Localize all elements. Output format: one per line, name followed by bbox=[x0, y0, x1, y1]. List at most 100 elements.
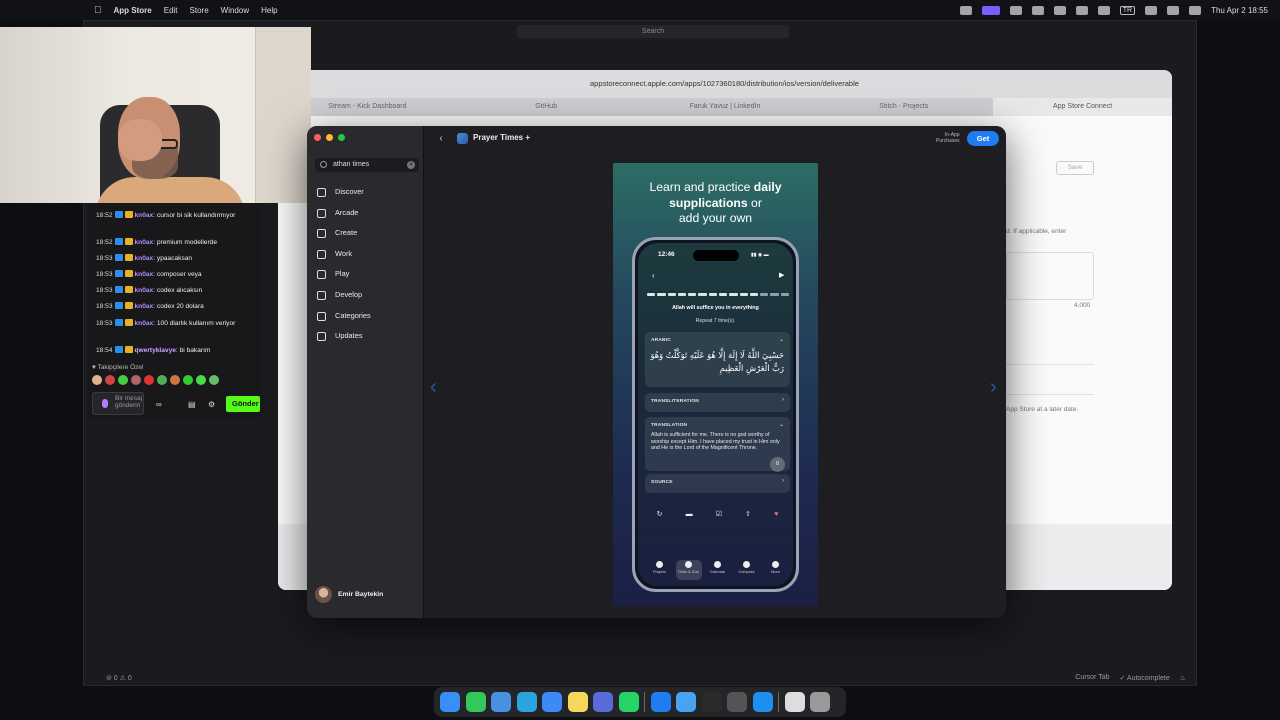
keynote-icon[interactable] bbox=[593, 692, 613, 712]
menu-window[interactable]: Window bbox=[221, 6, 249, 15]
emote-icon[interactable] bbox=[105, 375, 115, 385]
calendar-icon[interactable]: ▤ bbox=[188, 400, 196, 409]
editor-search-input[interactable]: Search bbox=[517, 25, 789, 38]
app-store-icon[interactable] bbox=[752, 692, 773, 712]
whatsapp-icon[interactable] bbox=[618, 692, 639, 712]
sidebar-item-work[interactable]: Work bbox=[315, 247, 419, 261]
dock bbox=[434, 687, 846, 717]
input-language-indicator[interactable]: TR bbox=[1119, 5, 1136, 15]
description-textarea[interactable] bbox=[1006, 252, 1094, 300]
tray-play-icon[interactable] bbox=[1031, 5, 1044, 15]
emote-icon[interactable] bbox=[196, 375, 206, 385]
sidebar-item-develop[interactable]: Develop bbox=[315, 288, 419, 302]
phone-tab-dhikr: Dhikr & Dua bbox=[675, 560, 702, 580]
clock-icon[interactable] bbox=[727, 692, 747, 712]
emote-icon[interactable] bbox=[157, 375, 167, 385]
notifications-bell-icon[interactable]: ♨ bbox=[1180, 674, 1186, 682]
emote-icon[interactable] bbox=[144, 375, 154, 385]
address-bar[interactable]: appstoreconnect.apple.com/apps/102736018… bbox=[590, 79, 859, 88]
microphone-icon[interactable] bbox=[102, 399, 108, 408]
later-date-text: App Store at a later date. bbox=[1006, 406, 1079, 413]
control-center-icon[interactable] bbox=[1189, 5, 1202, 15]
counter-button: 0 bbox=[770, 457, 785, 472]
tray-stage-icon[interactable] bbox=[981, 5, 1000, 15]
autocomplete-status[interactable]: ✓ Autocomplete bbox=[1119, 674, 1169, 682]
hint-text: d. If applicable, enter bbox=[1006, 228, 1067, 235]
get-button[interactable]: Get bbox=[967, 131, 999, 146]
next-screenshot-icon[interactable]: › bbox=[990, 376, 997, 399]
translation-text: Allah is sufficient for me. There is no … bbox=[651, 432, 780, 452]
telegram-icon[interactable] bbox=[516, 692, 537, 712]
xcode-icon[interactable] bbox=[650, 692, 671, 712]
sidebar-item-create[interactable]: Create bbox=[315, 226, 419, 240]
tab-github[interactable]: GitHub bbox=[457, 98, 636, 116]
close-window-button[interactable] bbox=[314, 134, 321, 141]
sidebar-item-play[interactable]: Play bbox=[315, 267, 419, 281]
cursor-app-icon[interactable] bbox=[701, 692, 722, 712]
emote-icon[interactable] bbox=[183, 375, 193, 385]
messages-icon[interactable] bbox=[465, 692, 486, 712]
menu-store[interactable]: Store bbox=[190, 6, 209, 15]
documents-icon[interactable] bbox=[784, 692, 805, 712]
sidebar-item-discover[interactable]: Discover bbox=[315, 185, 419, 199]
heart-icon: ♥ bbox=[774, 510, 779, 518]
users-icon[interactable]: ∞ bbox=[156, 400, 162, 409]
spotlight-search-icon[interactable] bbox=[1167, 5, 1180, 15]
emote-icon[interactable] bbox=[131, 375, 141, 385]
tab-stitch[interactable]: Stitch - Projects bbox=[814, 98, 993, 116]
save-button[interactable]: Save bbox=[1056, 161, 1094, 175]
send-button[interactable]: Gönder bbox=[226, 396, 260, 412]
phone-back-icon: ‹ bbox=[652, 271, 655, 280]
app-screenshot[interactable]: Learn and practice daily supplications o… bbox=[613, 163, 818, 606]
cursor-tab-status[interactable]: Cursor Tab bbox=[1075, 674, 1109, 682]
back-button[interactable]: ‹ bbox=[434, 132, 448, 146]
safari-tab-bar: Stream - Kick Dashboard GitHub Faruk Yav… bbox=[278, 98, 1172, 116]
tray-shield-icon[interactable] bbox=[1009, 5, 1022, 15]
sidebar-item-categories[interactable]: Categories bbox=[315, 309, 419, 323]
minimize-window-button[interactable] bbox=[326, 134, 333, 141]
clear-search-icon[interactable]: ✕ bbox=[407, 161, 415, 169]
files-icon[interactable] bbox=[676, 692, 696, 712]
sidebar-item-arcade[interactable]: Arcade bbox=[315, 206, 419, 220]
trash-icon[interactable] bbox=[810, 692, 830, 712]
emote-icon[interactable] bbox=[118, 375, 128, 385]
mail-icon[interactable] bbox=[542, 692, 562, 712]
app-search-input[interactable]: athan times ✕ bbox=[315, 158, 419, 172]
menu-app-store[interactable]: App Store bbox=[114, 6, 152, 15]
menu-edit[interactable]: Edit bbox=[164, 6, 178, 15]
emote-icon[interactable] bbox=[170, 375, 180, 385]
safari-icon[interactable] bbox=[491, 692, 511, 712]
problems-indicator[interactable]: ⊘ 0 ⚠ 0 bbox=[106, 674, 132, 682]
chat-message: 18:52 kn0ax: premium modellerde bbox=[96, 238, 217, 246]
screenshot-headline: Learn and practice daily supplications o… bbox=[649, 180, 782, 225]
tab-app-store-connect[interactable]: App Store Connect bbox=[993, 98, 1172, 116]
emote-icon[interactable] bbox=[209, 375, 219, 385]
hammer-icon bbox=[317, 291, 326, 300]
sidebar-item-updates[interactable]: Updates bbox=[315, 329, 419, 343]
tab-linkedin[interactable]: Faruk Yavuz | LinkedIn bbox=[636, 98, 815, 116]
settings-gear-icon[interactable]: ⚙ bbox=[208, 400, 215, 409]
crown-badge-icon bbox=[124, 254, 133, 261]
notes-icon[interactable] bbox=[567, 692, 588, 712]
tray-keyboard-icon[interactable] bbox=[1097, 5, 1110, 15]
emote-icon[interactable] bbox=[92, 375, 102, 385]
chevron-right-icon: › bbox=[782, 397, 784, 403]
previous-screenshot-icon[interactable]: ‹ bbox=[430, 376, 437, 399]
account-profile[interactable]: Emir Baytekin bbox=[315, 586, 383, 603]
tray-recording-icon[interactable] bbox=[959, 5, 972, 15]
wifi-icon[interactable] bbox=[1145, 5, 1158, 15]
apple-menu-icon[interactable]:  bbox=[94, 5, 102, 16]
menubar-clock[interactable]: Thu Apr 2 18:55 bbox=[1211, 6, 1268, 15]
phone-tab-compass: Compass bbox=[734, 560, 760, 580]
verified-badge-icon bbox=[114, 346, 123, 353]
share-icon: ⇧ bbox=[745, 511, 752, 518]
char-limit: 4,000 bbox=[1074, 302, 1091, 309]
repeat-progress-bar bbox=[647, 293, 789, 296]
tray-volume-icon[interactable] bbox=[1075, 5, 1088, 15]
crown-badge-icon bbox=[124, 302, 133, 309]
tray-battery-icon[interactable] bbox=[1053, 5, 1066, 15]
finder-icon[interactable] bbox=[440, 692, 460, 712]
menu-help[interactable]: Help bbox=[261, 6, 277, 15]
chat-message-input[interactable]: Bir mesaj gönderin bbox=[92, 392, 144, 415]
zoom-window-button[interactable] bbox=[338, 134, 345, 141]
